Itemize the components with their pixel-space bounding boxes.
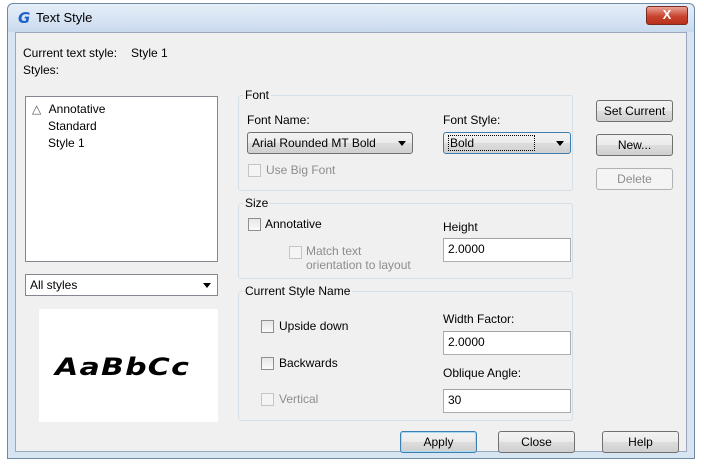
backwards-label: Backwards xyxy=(279,356,338,370)
font-name-value: Arial Rounded MT Bold xyxy=(252,136,376,150)
list-item-standard[interactable]: Standard xyxy=(48,119,97,135)
close-button[interactable]: Close xyxy=(498,431,575,453)
match-orientation-label-line1: Match text xyxy=(306,244,362,258)
chevron-down-icon xyxy=(203,283,211,288)
upside-down-checkbox[interactable] xyxy=(261,320,274,333)
current-style-value: Style 1 xyxy=(131,46,168,60)
font-name-label: Font Name: xyxy=(247,113,310,127)
dialog-window: G Text Style X Current text style: Style… xyxy=(7,3,695,459)
preview-pane: AaBbCc xyxy=(39,309,218,422)
annotative-checkbox[interactable] xyxy=(248,218,261,231)
styles-label: Styles: xyxy=(23,63,59,77)
new-style-button[interactable]: New... xyxy=(596,134,673,156)
vertical-checkbox[interactable] xyxy=(261,393,274,406)
list-item-label: Standard xyxy=(48,119,97,133)
font-name-select[interactable]: Arial Rounded MT Bold xyxy=(247,132,413,154)
upside-down-label: Upside down xyxy=(279,319,349,333)
list-item-label: Annotative xyxy=(48,102,106,116)
match-orientation-checkbox[interactable] xyxy=(289,246,302,259)
styles-label-text: Styles: xyxy=(23,63,60,77)
height-label: Height xyxy=(443,220,478,234)
list-item-style-1[interactable]: Style 1 xyxy=(48,136,85,152)
style-filter-select[interactable]: All styles xyxy=(25,274,218,296)
set-current-button[interactable]: Set Current xyxy=(596,100,673,122)
delete-style-button[interactable]: Delete xyxy=(596,168,673,190)
help-button[interactable]: Help xyxy=(602,431,679,453)
width-factor-label: Width Factor: xyxy=(443,312,515,326)
window-close-button[interactable]: X xyxy=(646,6,688,25)
window-title: Text Style xyxy=(36,10,93,25)
annotative-icon: △ xyxy=(32,102,42,116)
oblique-angle-input[interactable]: 30 xyxy=(443,389,571,413)
oblique-angle-label: Oblique Angle: xyxy=(443,366,522,380)
height-input[interactable]: 2.0000 xyxy=(443,238,571,262)
style-filter-value: All styles xyxy=(30,278,78,292)
font-style-select[interactable]: Bold xyxy=(443,132,571,154)
font-group: Font Font Name: Arial Rounded MT Bold Fo… xyxy=(238,88,573,191)
app-logo-icon: G xyxy=(18,9,31,27)
size-group-title: Size xyxy=(243,196,271,210)
size-group: Size Annotative Match text orientation t… xyxy=(238,196,573,279)
current-style-label: Current text style: xyxy=(23,46,118,60)
close-icon: X xyxy=(662,7,672,22)
preview-text: AaBbCc xyxy=(55,353,191,381)
chevron-down-icon xyxy=(556,141,564,146)
styles-list[interactable]: △ Annotative Standard Style 1 xyxy=(25,96,218,262)
font-group-title: Font xyxy=(243,88,272,102)
current-style-name-group: Current Style Name Upside down Backwards… xyxy=(238,284,573,421)
font-style-value: Bold xyxy=(448,135,536,151)
apply-button[interactable]: Apply xyxy=(400,431,477,453)
width-factor-input[interactable]: 2.0000 xyxy=(443,331,571,355)
font-style-label: Font Style: xyxy=(443,113,501,127)
list-item-label: Style 1 xyxy=(48,136,85,150)
use-big-font-checkbox[interactable] xyxy=(248,164,261,177)
match-orientation-label-line2: orientation to layout xyxy=(306,258,411,272)
vertical-label: Vertical xyxy=(279,392,319,406)
backwards-checkbox[interactable] xyxy=(261,357,274,370)
title-bar[interactable]: G Text Style X xyxy=(8,4,694,32)
current-style-name-group-title: Current Style Name xyxy=(243,284,353,298)
use-big-font-label: Use Big Font xyxy=(266,163,336,177)
annotative-label: Annotative xyxy=(265,217,322,231)
dialog-body: Current text style: Style 1 Styles: △ An… xyxy=(15,32,687,453)
chevron-down-icon xyxy=(398,141,406,146)
list-item-annotative[interactable]: △ Annotative xyxy=(32,102,105,118)
